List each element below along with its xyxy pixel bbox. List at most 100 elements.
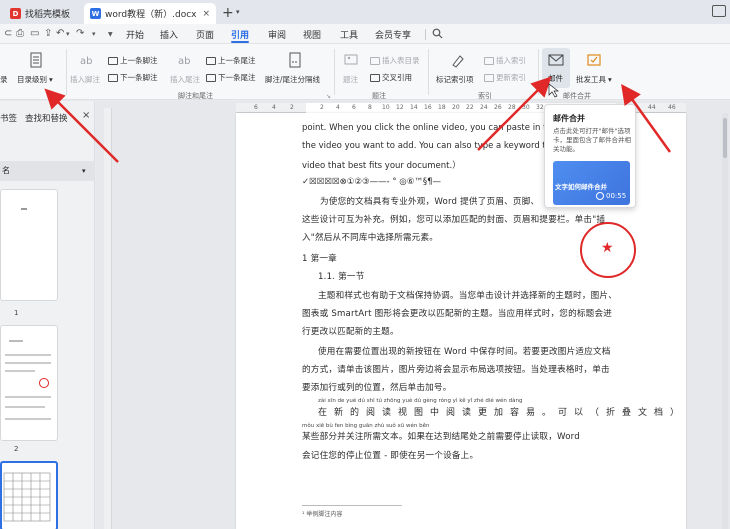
pinyin-guide: zài xīn de yuè dú shì tú zhōng yuè dú gè…	[318, 398, 523, 404]
cross-ref-icon	[370, 73, 380, 82]
menu-member[interactable]: 会员专享	[375, 28, 411, 41]
tab-label: word教程（新）.docx	[105, 10, 197, 20]
redo-icon[interactable]: ↷	[76, 28, 84, 39]
new-tab-button[interactable]: +	[222, 5, 234, 21]
toc-partial-label[interactable]: 录	[0, 74, 8, 85]
mail-button[interactable]: 邮件	[542, 48, 570, 88]
insert-table-figure-button[interactable]: 插入表目录	[370, 55, 420, 66]
section-header[interactable]: 名	[0, 161, 95, 181]
ruler-tick: 32	[536, 104, 544, 111]
svg-text:ab: ab	[80, 56, 92, 67]
chevron-down-icon: ▾	[49, 75, 53, 84]
prev-footnote-button[interactable]: 上一条脚注	[108, 55, 158, 66]
tutorial-video-label: 文字如何邮件合并	[555, 183, 607, 191]
ruler-tick: 26	[494, 104, 502, 111]
tab-document[interactable]: W word教程（新）.docx ×	[84, 3, 216, 24]
group-label-footnote: 脚注和尾注	[178, 92, 213, 100]
ruler-tick: 16	[424, 104, 432, 111]
menu-view[interactable]: 视图	[303, 28, 321, 41]
tab-bookmarks[interactable]: 书签	[0, 112, 17, 124]
ribbon: 录 目录级别 ▾ ab 插入脚注 上一条脚注 下一条脚注 ab 插入尾注 上一条尾…	[0, 44, 730, 100]
active-tab-indicator	[231, 41, 249, 43]
doc-text-line: 图表或 SmartArt 图形将会更改以匹配新的主题。当应用样式时，您的标题会进	[302, 309, 613, 319]
search-icon[interactable]	[432, 28, 443, 39]
window-layout-icon[interactable]	[712, 5, 726, 17]
tab-find-replace[interactable]: 查找和替换	[25, 112, 68, 124]
thumbnail-table	[3, 472, 51, 522]
mark-index-button[interactable]: 标记索引项	[436, 74, 474, 85]
insert-index-label: 插入索引	[496, 56, 526, 65]
divider	[538, 49, 539, 95]
dialog-launcher-icon[interactable]: ↘	[326, 93, 331, 100]
toc-level-label: 目录级别	[17, 75, 47, 84]
caption-icon	[344, 54, 358, 65]
ruler-tick: 18	[438, 104, 446, 111]
mail-icon	[548, 54, 564, 66]
page-thumbnail-3[interactable]	[0, 461, 58, 529]
scrollbar-thumb[interactable]	[723, 118, 727, 158]
page-thumbnail-1[interactable]	[0, 189, 58, 301]
bulk-tools-button[interactable]: 批发工具 ▾	[576, 74, 612, 85]
thumbnail-content	[5, 396, 51, 398]
menu-review[interactable]: 审阅	[268, 28, 286, 41]
update-index-button[interactable]: 更新索引	[484, 72, 526, 83]
group-label-index: 索引	[478, 92, 492, 100]
insert-index-button[interactable]: 插入索引	[484, 55, 526, 66]
tooltip-title: 邮件合并	[553, 114, 585, 123]
doc-text-line: 某些部分并关注所需文本。如果在达到结尾处之前需要停止读取，Word	[302, 432, 580, 442]
export-icon[interactable]: ⇪	[44, 28, 52, 39]
next-endnote-button[interactable]: 下一条尾注	[206, 72, 256, 83]
ruler-tick: 20	[452, 104, 460, 111]
update-index-icon	[484, 73, 494, 82]
menu-tools[interactable]: 工具	[340, 28, 358, 41]
docer-logo-icon: D	[10, 8, 21, 19]
chevron-down-icon[interactable]: ▾	[92, 30, 96, 38]
ruler-tick: 6	[352, 104, 356, 111]
more-icon[interactable]: ▼	[108, 31, 113, 38]
divider	[66, 49, 67, 95]
thumbnail-content	[5, 362, 51, 364]
ruler-tick: 4	[336, 104, 340, 111]
print-preview-icon[interactable]: ▭	[30, 28, 39, 39]
menu-page[interactable]: 页面	[196, 28, 214, 41]
page-thumbnail-2[interactable]	[0, 325, 58, 441]
menu-insert[interactable]: 插入	[160, 28, 178, 41]
undo-icon[interactable]: ↶	[56, 28, 64, 39]
tab-template[interactable]: D 找稻壳模板	[4, 3, 82, 24]
doc-heading-1: 1 第一章	[302, 254, 337, 264]
close-tab-icon[interactable]: ×	[202, 9, 210, 19]
toc-level-button[interactable]: 目录级别 ▾	[17, 74, 53, 85]
cross-ref-label: 交叉引用	[382, 73, 412, 82]
vertical-scrollbar[interactable]	[722, 113, 728, 529]
ruler-tick: 28	[508, 104, 516, 111]
doc-text-line: 这些设计可互为补充。例如，您可以添加匹配的封面、页眉和提要栏。单击"插	[302, 215, 606, 225]
ruler-tick: 10	[382, 104, 390, 111]
thumbnail-content	[5, 406, 45, 408]
prev-endnote-button[interactable]: 上一条尾注	[206, 55, 256, 66]
ruler-tick: 4	[272, 104, 276, 111]
footnote-separator-button[interactable]: 脚注/尾注分隔线	[265, 74, 320, 85]
close-panel-icon[interactable]: ×	[82, 110, 90, 121]
play-icon[interactable]	[596, 192, 604, 200]
thumbnail-content	[9, 340, 23, 342]
mail-label: 邮件	[548, 74, 563, 83]
cross-ref-button[interactable]: 交叉引用	[370, 72, 412, 83]
prev-footnote-icon	[108, 56, 118, 65]
menu-references[interactable]: 引用	[231, 28, 249, 41]
next-footnote-button[interactable]: 下一条脚注	[108, 72, 158, 83]
ruler-tick: 24	[480, 104, 488, 111]
toc-level-icon	[30, 52, 42, 68]
menu-home[interactable]: 开始	[126, 28, 144, 41]
insert-footnote-button[interactable]: 插入脚注	[70, 74, 100, 85]
print-icon[interactable]: ⎙	[16, 28, 24, 39]
link-icon[interactable]: ⊂	[4, 28, 12, 39]
prev-endnote-icon	[206, 56, 216, 65]
insert-endnote-button[interactable]: 插入尾注	[170, 74, 200, 85]
ruler-tick: 8	[368, 104, 372, 111]
chevron-down-icon[interactable]: ▾	[82, 167, 86, 175]
insert-table-figure-label: 插入表目录	[382, 56, 420, 65]
insert-endnote-icon: ab	[178, 56, 190, 67]
chevron-down-icon[interactable]: ▾	[236, 8, 240, 16]
caption-button[interactable]: 题注	[343, 74, 358, 85]
chevron-down-icon[interactable]: ▾	[66, 30, 70, 38]
